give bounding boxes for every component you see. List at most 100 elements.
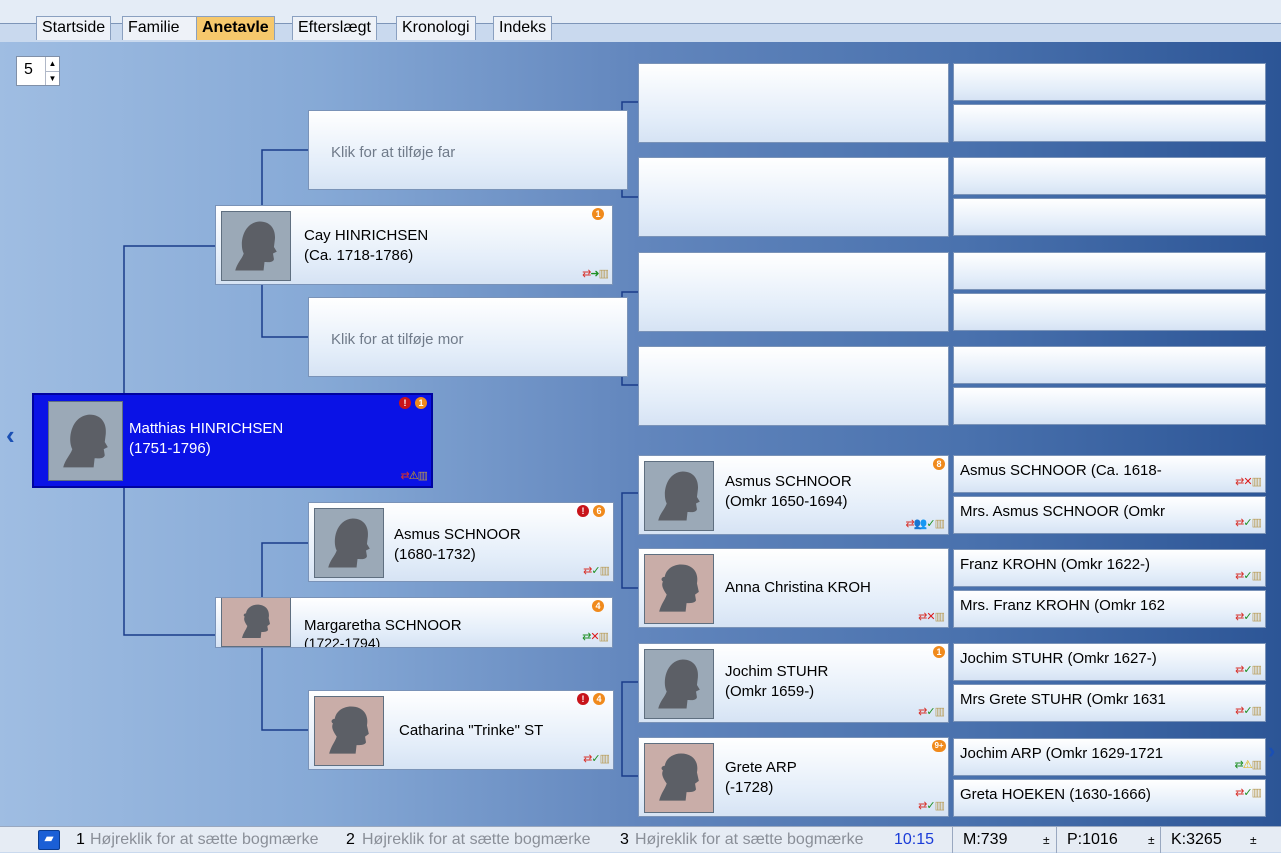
add-mother-card[interactable]: Klik for at tilføje mor [308,297,628,377]
empty-ancestor-card[interactable] [953,346,1266,384]
bookmark-1[interactable]: Højreklik for at sætte bogmærke [90,831,342,849]
spin-up-icon[interactable]: ▲ [45,57,59,71]
empty-ancestor-card[interactable] [953,252,1266,290]
person-card-gen5[interactable]: Asmus SCHNOOR (Ca. 1618- ⇄✕▥ [953,455,1266,493]
empty-ancestor-card[interactable] [638,157,949,237]
bookmark-3[interactable]: Højreklik for at sætte bogmærke [635,831,887,849]
empty-ancestor-card[interactable] [953,293,1266,331]
person-card-maternal[interactable]: Catharina "Trinke" ST ! 4 ⇄✓▥ [308,690,614,770]
k-count: K:3265 [1160,827,1228,853]
female-silhouette-icon [644,743,714,813]
status-icons: ⇄👥✓▥ [905,518,945,530]
person-card-gen4[interactable]: Grete ARP (-1728) 9+ ⇄✓▥ [638,737,949,817]
status-icons: ⇄✓▥ [918,800,945,812]
person-name: Asmus SCHNOOR [394,526,521,543]
person-name: Grete ARP [725,759,797,776]
add-father-card[interactable]: Klik for at tilføje far [308,110,628,190]
male-silhouette-icon [644,461,714,531]
status-icons: ⇄✓▥ [583,565,610,577]
person-name: Mrs. Franz KROHN (Omkr 162 [960,597,1166,614]
tab-kronologi[interactable]: Kronologi [396,16,476,40]
count-badge-icon: 4 [592,600,604,612]
person-card-gen5[interactable]: Jochim STUHR (Omkr 1627-) ⇄✓▥ [953,643,1266,681]
count-badge-icon: 6 [593,505,605,517]
empty-ancestor-card[interactable] [638,346,949,426]
person-name: Greta HOEKEN (1630-1666) [960,786,1151,803]
person-years: (1722-1794) [304,635,381,648]
person-card-gen4[interactable]: Asmus SCHNOOR (Omkr 1650-1694) 8 ⇄👥✓▥ [638,455,949,535]
tab-bar: Startside Familie Anetavle Efterslægt Kr… [0,0,1281,40]
tab-familie[interactable]: Familie [122,16,200,40]
m-count: M:739 [952,827,1013,853]
person-name: Jochim STUHR [725,663,829,680]
person-card-gen5[interactable]: Mrs Grete STUHR (Omkr 1631 ⇄✓▥ [953,684,1266,722]
status-icons: ⇄✓▥ [583,753,610,765]
person-name: Jochim STUHR (Omkr 1627-) [960,650,1157,667]
bookmark-2[interactable]: Højreklik for at sætte bogmærke [362,831,614,849]
person-name: Mrs Grete STUHR (Omkr 1631 [960,691,1166,708]
generations-value: 5 [24,61,33,78]
female-silhouette-icon [314,696,384,766]
status-icons: ⇄✓▥ [918,706,945,718]
tab-anetavle[interactable]: Anetavle [196,16,275,40]
chevron-right-icon[interactable]: › [1268,738,1275,764]
tab-efterslaegt[interactable]: Efterslægt [292,16,377,40]
error-badge-icon: ! [577,505,589,517]
count-badge-icon: 1 [415,397,427,409]
person-name: Asmus SCHNOOR (Ca. 1618- [960,462,1162,479]
person-years: (1680-1732) [394,546,476,563]
person-card-gen5[interactable]: Mrs. Asmus SCHNOOR (Omkr ⇄✓▥ [953,496,1266,534]
person-card-root[interactable]: Matthias HINRICHSEN (1751-1796) ! 1 ⇄⚠▥ [32,393,433,488]
status-bar: ▰ 1 Højreklik for at sætte bogmærke 2 Hø… [0,826,1281,853]
person-card-father[interactable]: Cay HINRICHSEN (Ca. 1718-1786) 1 ⇄➜▥ [215,205,613,285]
generations-spinner[interactable]: 5 ▲ ▼ [16,56,60,86]
tab-startside[interactable]: Startside [36,16,112,40]
status-icons: ⇄✓▥ [1235,570,1262,582]
empty-ancestor-card[interactable] [953,104,1266,142]
person-card-gen5[interactable]: Jochim ARP (Omkr 1629-1721 ⇄⚠▥ [953,738,1266,776]
person-years: (-1728) [725,779,774,796]
add-father-label: Klik for at tilføje far [331,144,456,161]
person-name: Margaretha SCHNOOR [304,617,462,634]
person-card-mother[interactable]: Margaretha SCHNOOR (1722-1794) 4 ⇄✕▥ [215,597,613,648]
empty-ancestor-card[interactable] [953,157,1266,195]
person-card-paternal[interactable]: Asmus SCHNOOR (1680-1732) ! 6 ⇄✓▥ [308,502,614,582]
person-name: Matthias HINRICHSEN [129,420,284,437]
person-card-gen4[interactable]: Anna Christina KROH ⇄✕▥ [638,548,949,628]
person-card-gen5[interactable]: Greta HOEKEN (1630-1666) ⇄✓▥ [953,779,1266,817]
female-silhouette-icon [644,554,714,624]
chevron-left-icon[interactable]: ‹ [6,420,15,451]
tab-indeks[interactable]: Indeks [493,16,553,40]
book-icon[interactable]: ▰ [38,830,60,850]
person-card-gen5[interactable]: Mrs. Franz KROHN (Omkr 162 ⇄✓▥ [953,590,1266,628]
person-name: Cay HINRICHSEN [304,227,429,244]
empty-ancestor-card[interactable] [953,198,1266,236]
error-badge-icon: ! [577,693,589,705]
empty-ancestor-card[interactable] [638,252,949,332]
person-card-gen4[interactable]: Jochim STUHR (Omkr 1659-) 1 ⇄✓▥ [638,643,949,723]
empty-ancestor-card[interactable] [953,63,1266,101]
person-years: (Omkr 1650-1694) [725,493,848,510]
spin-down-icon[interactable]: ▼ [45,71,59,85]
male-silhouette-icon [314,508,384,578]
status-icons: ⇄➜▥ [582,268,609,280]
p-count: P:1016 [1056,827,1124,853]
bookmark-3-number: 3 [620,831,629,848]
male-silhouette-icon [48,401,123,481]
status-icons: ⇄✓▥ [1235,611,1262,623]
count-badge-icon: 8 [933,458,945,470]
add-mother-label: Klik for at tilføje mor [331,331,464,348]
person-name: Mrs. Asmus SCHNOOR (Omkr [960,503,1165,520]
k-toggle[interactable]: ± [1250,833,1257,847]
m-toggle[interactable]: ± [1043,833,1050,847]
empty-ancestor-card[interactable] [638,63,949,143]
status-icons: ⇄⚠▥ [400,470,429,482]
person-name: Catharina "Trinke" ST [399,722,544,739]
person-years: (Omkr 1659-) [725,683,815,700]
person-card-gen5[interactable]: Franz KROHN (Omkr 1622-) ⇄✓▥ [953,549,1266,587]
p-toggle[interactable]: ± [1148,833,1155,847]
person-name: Asmus SCHNOOR [725,473,852,490]
male-silhouette-icon [644,649,714,719]
status-icons: ⇄✕▥ [918,611,945,623]
empty-ancestor-card[interactable] [953,387,1266,425]
